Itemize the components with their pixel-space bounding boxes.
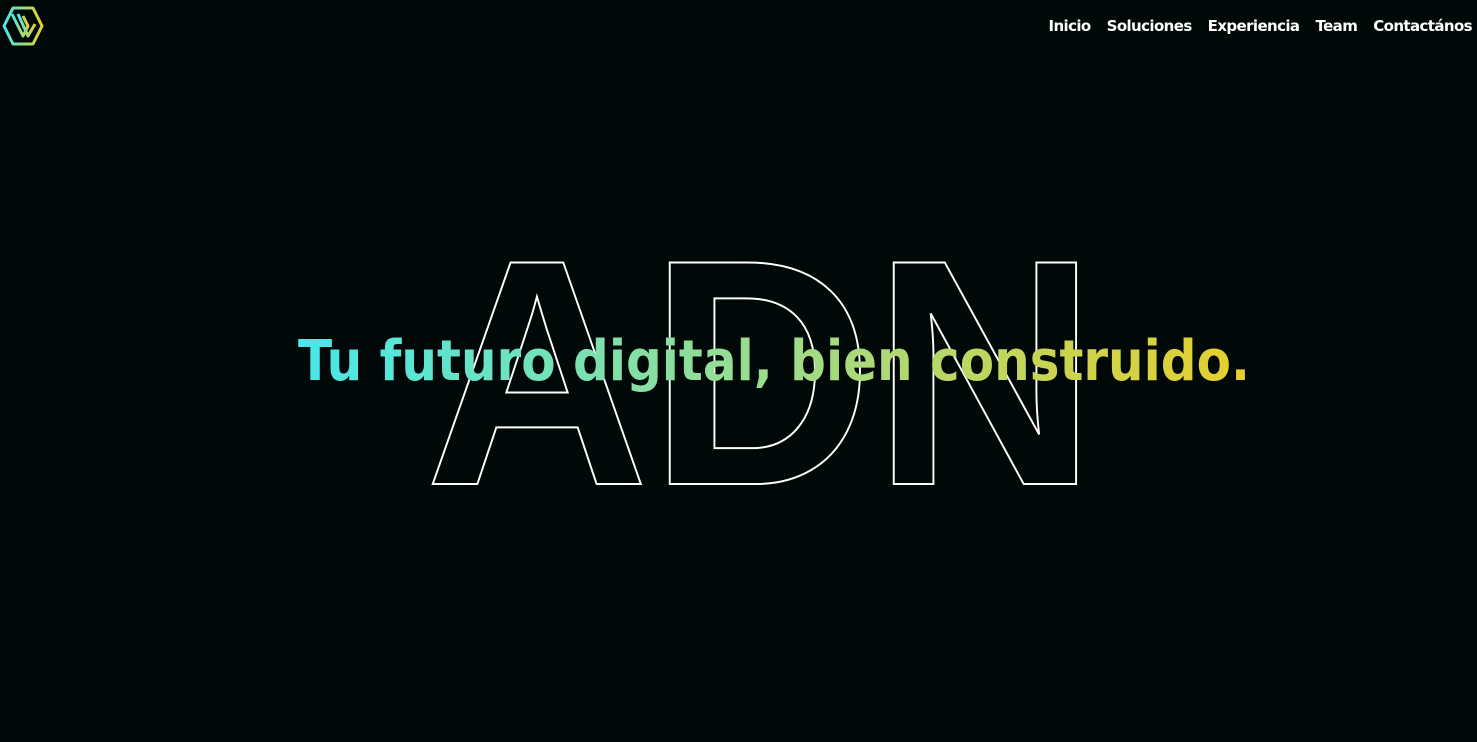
hero-tagline: Tu futuro digital, bien construido. — [298, 329, 1250, 394]
hero-tagline-container: Tu futuro digital, bien construido. — [298, 329, 1250, 394]
page: Inicio Soluciones Experiencia Team Conta… — [0, 0, 1477, 742]
